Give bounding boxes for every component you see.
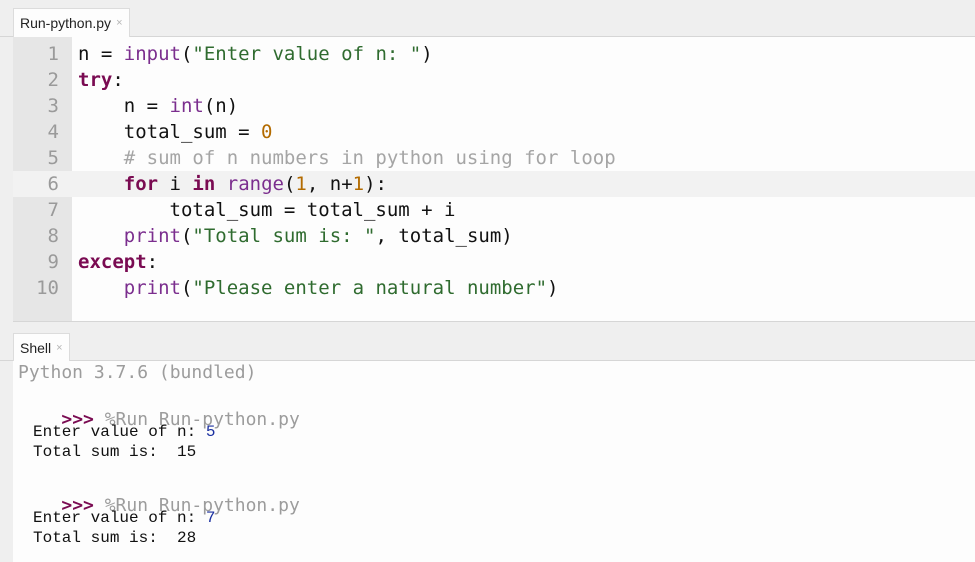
line-text: print("Please enter a natural number") [78, 275, 559, 301]
tab-shell[interactable]: Shell × [13, 333, 70, 361]
input-prompt-text: Enter value of n: [33, 423, 206, 441]
close-icon[interactable]: × [56, 342, 62, 354]
line-text: n = int(n) [78, 93, 238, 119]
code-token: , total_sum) [375, 225, 513, 247]
code-token: input [123, 43, 181, 65]
line-text: n = input("Enter value of n: ") [78, 41, 433, 67]
line-number: 3 [47, 95, 59, 117]
tab-label: Run-python.py [20, 15, 112, 31]
code-token: ( [180, 277, 193, 299]
line-text: total_sum = total_sum + i [78, 197, 456, 223]
code-line[interactable]: 6 for i in range(1, n+1): [13, 171, 975, 197]
tab-label: Shell [20, 339, 52, 356]
code-token: 0 [261, 121, 273, 143]
code-token: ( [180, 225, 193, 247]
line-number: 10 [36, 277, 59, 299]
editor-tab-bar: Run-python.py × [0, 0, 975, 37]
shell-console[interactable]: Python 3.7.6 (bundled) >>> %Run Run-pyth… [13, 361, 975, 562]
line-number: 1 [47, 43, 59, 65]
line-text: try: [78, 67, 124, 93]
line-text: for i in range(1, n+1): [78, 171, 387, 197]
code-token: i [158, 173, 193, 195]
code-token: 1 [295, 173, 307, 195]
code-token: in [192, 173, 216, 195]
code-token: n = [78, 95, 170, 117]
code-line[interactable]: 10 print("Please enter a natural number"… [13, 275, 975, 301]
code-token: 1 [352, 173, 365, 195]
code-line[interactable]: 2 try: [13, 67, 975, 93]
code-line[interactable]: 7 total_sum = total_sum + i [13, 197, 975, 223]
code-token: "Enter value of n: " [192, 43, 422, 65]
user-input-value: 7 [205, 509, 216, 527]
code-token: (n) [203, 95, 239, 117]
code-token: ( [283, 173, 296, 195]
line-text: # sum of n numbers in python using for l… [78, 145, 616, 171]
line-text: total_sum = 0 [78, 119, 273, 145]
line-number: 4 [47, 121, 59, 143]
code-token: ( [180, 43, 193, 65]
code-token: ) [547, 277, 559, 299]
shell-banner: Python 3.7.6 (bundled) [18, 362, 257, 383]
shell-tab-bar: Shell × [0, 322, 975, 361]
code-token: total_sum = total_sum + i [78, 199, 456, 221]
input-prompt-text: Enter value of n: [33, 509, 206, 527]
close-icon[interactable]: × [116, 17, 122, 29]
output-line: Total sum is: 28 [33, 529, 197, 547]
code-line[interactable]: 1 n = input("Enter value of n: ") [13, 41, 975, 67]
code-token: : [146, 251, 159, 273]
code-token: for [123, 173, 159, 195]
code-line[interactable]: 8 print("Total sum is: ", total_sum) [13, 223, 975, 249]
user-input-value: 5 [205, 423, 216, 441]
code-line[interactable]: 4 total_sum = 0 [13, 119, 975, 145]
code-token: int [169, 95, 204, 117]
shell-command-line: >>> %Run Run-python.py [18, 474, 299, 537]
line-number: 5 [47, 147, 59, 169]
line-number: 6 [47, 173, 59, 195]
code-token: n = [78, 43, 124, 65]
code-token: print [123, 277, 181, 299]
line-number: 9 [47, 251, 59, 273]
shell-command-line: >>> %Run Run-python.py [18, 388, 299, 451]
line-number: 8 [47, 225, 59, 247]
code-token: range [226, 173, 284, 195]
code-token: except [78, 251, 147, 273]
code-line[interactable]: 5 # sum of n numbers in python using for… [13, 145, 975, 171]
code-token: # sum of n numbers in python using for l… [78, 147, 616, 169]
code-line[interactable]: 3 n = int(n) [13, 93, 975, 119]
code-token: : [112, 69, 124, 91]
code-token: , n+ [306, 173, 353, 195]
code-token: ) [421, 43, 433, 65]
code-token: try [78, 69, 113, 91]
code-token: "Total sum is: " [192, 225, 376, 247]
code-token: "Please enter a natural number" [192, 277, 548, 299]
output-line: Enter value of n: 7 [33, 509, 215, 527]
code-line[interactable]: 9 except: [13, 249, 975, 275]
line-number: 2 [47, 69, 59, 91]
line-text: except: [78, 249, 158, 275]
code-editor[interactable]: 1n = input("Enter value of n: ") 2 try: 3 n… [13, 37, 975, 322]
output-line: Total sum is: 15 [33, 443, 197, 461]
code-token: total_sum = [78, 121, 262, 143]
line-text: print("Total sum is: ", total_sum) [78, 223, 513, 249]
output-line: Enter value of n: 5 [33, 423, 215, 441]
code-token: ): [364, 173, 387, 195]
line-number: 7 [47, 199, 59, 221]
code-token: print [123, 225, 181, 247]
code-lines[interactable]: 1n = input("Enter value of n: ") 2 try: 3 n… [13, 41, 975, 301]
tab-run-python[interactable]: Run-python.py × [13, 8, 130, 37]
